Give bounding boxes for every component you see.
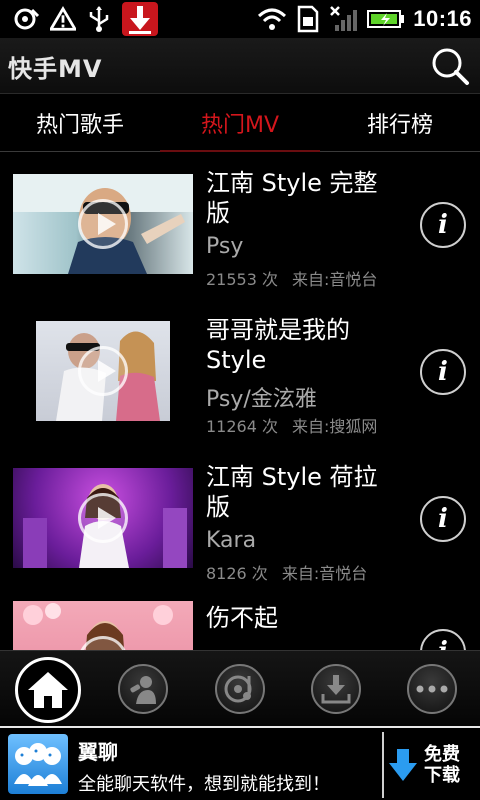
- play-icon: [78, 199, 128, 249]
- list-item[interactable]: 江南 Style 完整版 Psy 21553 次来自:音悦台 i: [0, 152, 480, 299]
- info-icon: i: [438, 504, 448, 534]
- status-bar: 10:16: [0, 0, 480, 38]
- video-thumbnail[interactable]: [13, 174, 193, 274]
- list-item[interactable]: 哥哥就是我的Style Psy/金泫雅 11264 次来自:搜狐网 i: [0, 299, 480, 446]
- video-artist: Kara: [206, 528, 257, 553]
- video-thumbnail[interactable]: [36, 321, 170, 421]
- play-icon: [78, 346, 128, 396]
- search-button[interactable]: [430, 46, 470, 86]
- tab-hot-singers[interactable]: 热门歌手: [0, 94, 160, 151]
- video-source: 来自:音悦台: [292, 270, 378, 289]
- nav-more-button[interactable]: [407, 664, 457, 714]
- warning-icon: [50, 6, 76, 32]
- signal-icon: [329, 6, 359, 32]
- video-meta: 11264 次来自:搜狐网: [206, 413, 377, 437]
- info-icon: i: [438, 637, 448, 650]
- video-title: 伤不起: [206, 604, 278, 632]
- wifi-icon: [257, 6, 287, 32]
- tab-rankings[interactable]: 排行榜: [320, 94, 480, 151]
- ad-download-button[interactable]: 免费下载: [388, 740, 478, 790]
- battery-charging-icon: [367, 6, 405, 32]
- video-artist: Psy: [206, 234, 244, 259]
- video-thumbnail[interactable]: [13, 468, 193, 568]
- bottom-nav: [0, 650, 480, 726]
- ad-download-label: 免费下载: [424, 744, 460, 786]
- download-notification-icon: [122, 2, 158, 36]
- info-button[interactable]: i: [420, 629, 466, 650]
- info-icon: i: [438, 357, 448, 387]
- nav-music-button[interactable]: [215, 664, 265, 714]
- app-title: 快手MV: [8, 55, 103, 83]
- nav-download-button[interactable]: [311, 664, 361, 714]
- list-item[interactable]: 伤不起 i: [0, 593, 480, 650]
- video-list[interactable]: 江南 Style 完整版 Psy 21553 次来自:音悦台 i 哥哥就是我的S…: [0, 152, 480, 650]
- nav-home-button[interactable]: [15, 657, 81, 723]
- ad-description: 全能聊天软件，想到就能找到！: [78, 774, 330, 795]
- play-count: 11264 次: [206, 417, 278, 436]
- info-icon: i: [438, 210, 448, 240]
- sync-error-icon: [14, 6, 40, 32]
- info-button[interactable]: i: [420, 496, 466, 542]
- play-icon: [78, 493, 128, 543]
- info-button[interactable]: i: [420, 349, 466, 395]
- tab-hot-mv[interactable]: 热门MV: [160, 94, 320, 152]
- app-bar: 快手MV: [0, 38, 480, 94]
- video-meta: 21553 次来自:音悦台: [206, 266, 377, 290]
- video-artist: Psy/金泫雅: [206, 387, 317, 412]
- ad-title: 翼聊: [78, 740, 118, 764]
- ad-banner[interactable]: 翼聊 全能聊天软件，想到就能找到！ 免费下载: [0, 726, 480, 800]
- app-logo-icon: [8, 734, 68, 794]
- clock: 10:16: [413, 6, 472, 31]
- tab-bar: 热门歌手 热门MV 排行榜: [0, 94, 480, 152]
- sim-icon: [295, 5, 321, 33]
- video-source: 来自:搜狐网: [292, 417, 378, 436]
- video-title: 江南 Style 荷拉版: [206, 463, 378, 521]
- nav-singers-button[interactable]: [118, 664, 168, 714]
- usb-icon: [86, 6, 112, 32]
- play-count: 21553 次: [206, 270, 278, 289]
- singer-icon: [130, 676, 156, 704]
- home-icon: [28, 672, 68, 708]
- video-title: 江南 Style 完整版: [206, 169, 378, 227]
- info-button[interactable]: i: [420, 202, 466, 248]
- list-item[interactable]: 江南 Style 荷拉版 Kara 8126 次来自:音悦台 i: [0, 446, 480, 593]
- play-count: 8126 次: [206, 564, 268, 583]
- music-disc-icon: [224, 675, 252, 703]
- search-icon: [432, 48, 469, 85]
- video-source: 来自:音悦台: [281, 564, 368, 583]
- video-title: 哥哥就是我的Style: [206, 316, 350, 374]
- ad-divider: [382, 732, 384, 798]
- download-arrow-icon: [389, 749, 417, 781]
- video-meta: 8126 次来自:音悦台: [206, 560, 367, 584]
- video-thumbnail[interactable]: [13, 601, 193, 650]
- more-icon: [416, 685, 448, 693]
- download-icon: [321, 675, 351, 704]
